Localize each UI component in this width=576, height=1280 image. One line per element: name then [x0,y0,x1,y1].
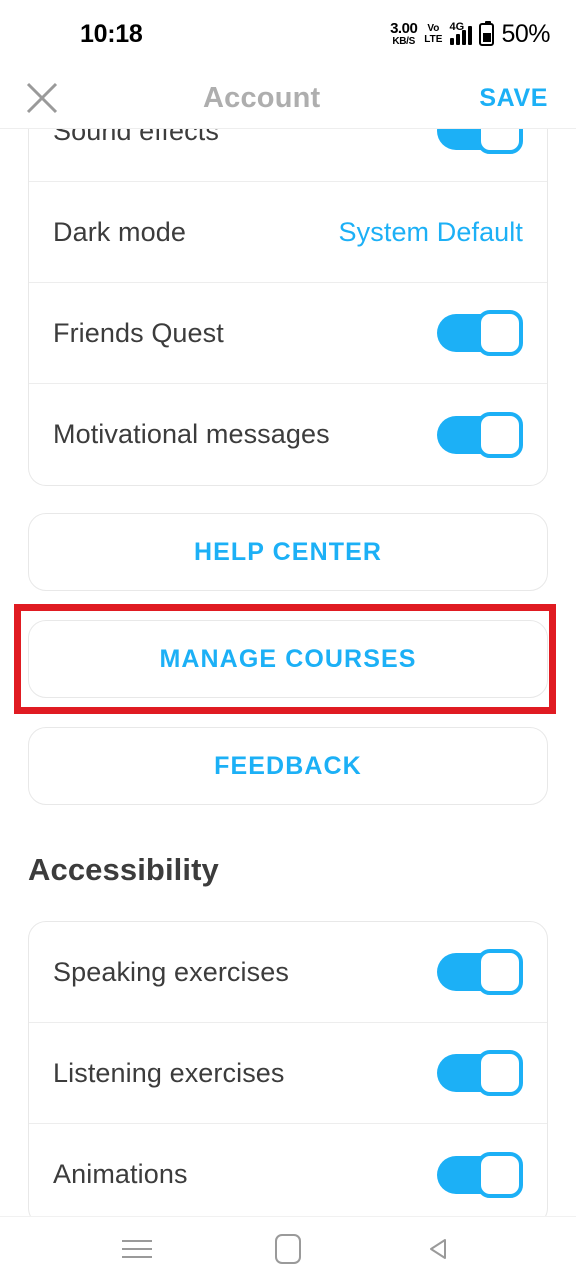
setting-label: Friends Quest [53,317,224,348]
setting-row-speaking-exercises[interactable]: Speaking exercises [29,922,547,1023]
volte-icon: Vo LTE [424,22,443,45]
setting-row-listening-exercises[interactable]: Listening exercises [29,1023,547,1124]
battery-percent-label: 50% [501,19,550,48]
accessibility-heading: Accessibility [28,852,219,887]
network-speed-value: 3.00 [390,20,418,37]
setting-label: Dark mode [53,216,186,247]
page-title: Account [202,81,321,114]
home-icon[interactable] [274,1233,301,1264]
setting-row-animations[interactable]: Animations [29,1124,547,1216]
toggle-thumb [477,129,523,154]
phone-screen: 10:18 3.00 KB/S Vo LTE 4G 50% Account SA… [0,0,576,1280]
help-center-button[interactable]: HELP CENTER [28,513,548,591]
preferences-card: Sound effects Dark mode System Default F… [28,129,548,486]
setting-label: Sound effects [53,129,219,146]
toggle-friends-quest[interactable] [437,310,523,356]
setting-row-friends-quest[interactable]: Friends Quest [29,283,547,384]
setting-label: Animations [53,1159,188,1189]
network-type-label: 4G [449,21,465,33]
save-button[interactable]: SAVE [479,84,548,113]
toggle-motivational-messages[interactable] [437,411,523,458]
toggle-thumb [477,1151,523,1198]
feedback-button[interactable]: FEEDBACK [28,727,548,805]
network-speed-unit: KB/S [392,36,416,47]
setting-row-dark-mode[interactable]: Dark mode System Default [29,182,547,283]
status-time: 10:18 [80,19,143,48]
toggle-listening-exercises[interactable] [437,1050,523,1096]
battery-icon [479,20,495,46]
accessibility-card: Speaking exercises Listening exercises A… [28,921,548,1216]
toggle-sound-effects[interactable] [437,129,523,154]
setting-row-sound-effects[interactable]: Sound effects [29,129,547,182]
toggle-speaking-exercises[interactable] [437,949,523,995]
setting-label: Speaking exercises [53,956,289,987]
toggle-thumb [477,411,523,458]
toggle-thumb [477,310,523,356]
android-nav-bar [0,1216,576,1280]
toggle-thumb [477,949,523,995]
recents-icon[interactable] [121,1239,152,1258]
network-speed-indicator: 3.00 KB/S [390,20,418,47]
toggle-thumb [477,1050,523,1096]
volte-bottom-label: LTE [424,33,443,45]
setting-row-motivational-messages[interactable]: Motivational messages [29,384,547,485]
signal-bars-icon: 4G [449,21,473,45]
settings-scroll-area[interactable]: Sound effects Dark mode System Default F… [0,129,576,1216]
manage-courses-button[interactable]: MANAGE COURSES [28,620,548,698]
setting-label: Motivational messages [53,419,330,449]
setting-label: Listening exercises [53,1057,285,1088]
volte-top-label: Vo [427,22,440,34]
status-icons: 3.00 KB/S Vo LTE 4G 50% [390,20,550,49]
back-icon[interactable] [424,1234,454,1264]
app-bar: Account SAVE [0,68,576,129]
toggle-animations[interactable] [437,1151,523,1198]
dark-mode-value[interactable]: System Default [339,217,523,248]
status-bar: 10:18 3.00 KB/S Vo LTE 4G 50% [0,0,576,68]
